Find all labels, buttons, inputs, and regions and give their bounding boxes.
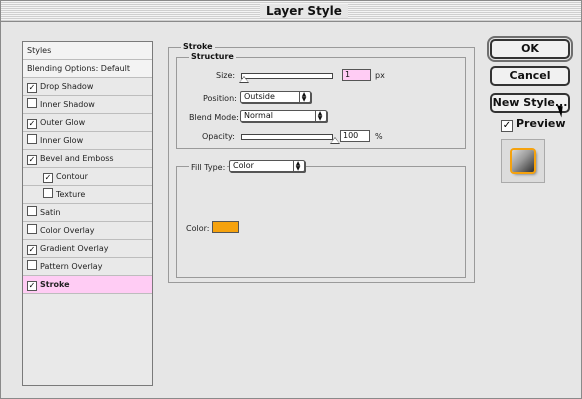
style-item-bevel-emboss[interactable]: ✓ Bevel and Emboss (23, 150, 152, 168)
checkbox-icon[interactable] (27, 224, 37, 234)
opacity-label: Opacity: (202, 132, 235, 141)
size-label: Size: (216, 71, 236, 80)
style-item-label: Satin (40, 208, 61, 217)
opacity-slider[interactable] (241, 134, 333, 140)
blending-options-item[interactable]: Blending Options: Default (23, 60, 152, 78)
preview-thumbnail (501, 139, 545, 183)
structure-group-title: Structure (189, 52, 236, 61)
checkbox-icon[interactable] (27, 206, 37, 216)
position-value: Outside (244, 92, 275, 101)
style-item-stroke[interactable]: ✓ Stroke (23, 276, 152, 294)
slider-thumb-icon[interactable] (330, 137, 340, 144)
position-popup[interactable]: Outside ▲ ▼ (240, 91, 311, 103)
styles-header[interactable]: Styles (23, 42, 152, 60)
style-item-color-overlay[interactable]: Color Overlay (23, 222, 152, 240)
title-bar[interactable]: Layer Style (1, 1, 581, 22)
fill-type-value: Color (233, 161, 254, 170)
checkbox-icon[interactable]: ✓ (27, 281, 37, 291)
style-item-label: Inner Shadow (40, 100, 95, 109)
layer-style-dialog: Layer Style Styles Blending Options: Def… (0, 0, 582, 399)
blend-mode-value: Normal (244, 111, 273, 120)
styles-list: Styles Blending Options: Default ✓ Drop S… (22, 41, 153, 386)
checkbox-icon[interactable]: ✓ (27, 119, 37, 129)
style-item-satin[interactable]: Satin (23, 204, 152, 222)
blend-mode-label: Blend Mode: (189, 113, 239, 122)
stroke-color-swatch[interactable] (212, 221, 239, 233)
color-label: Color: (186, 224, 210, 233)
style-item-contour[interactable]: ✓ Contour (23, 168, 152, 186)
slider-thumb-icon[interactable] (239, 76, 249, 83)
styles-list-empty-area (23, 304, 152, 385)
fill-type-label: Fill Type: (189, 163, 228, 172)
style-item-label: Stroke (40, 280, 70, 289)
checkbox-icon[interactable]: ✓ (501, 120, 513, 132)
preview-checkbox-row[interactable]: ✓ Preview (501, 117, 566, 132)
preview-swatch (512, 150, 534, 172)
checkbox-icon[interactable] (27, 260, 37, 270)
checkbox-icon[interactable] (27, 134, 37, 144)
position-label: Position: (203, 94, 237, 103)
checkbox-icon[interactable]: ✓ (27, 245, 37, 255)
popup-arrow-icon: ▲ ▼ (315, 111, 324, 122)
style-item-inner-glow[interactable]: Inner Glow (23, 132, 152, 150)
checkbox-icon[interactable]: ✓ (27, 83, 37, 93)
style-item-inner-shadow[interactable]: Inner Shadow (23, 96, 152, 114)
cancel-button[interactable]: Cancel (490, 66, 570, 86)
window-title: Layer Style (260, 4, 348, 18)
style-item-label: Drop Shadow (40, 82, 94, 91)
style-item-texture[interactable]: Texture (23, 186, 152, 204)
style-item-pattern-overlay[interactable]: Pattern Overlay (23, 258, 152, 276)
checkbox-icon[interactable]: ✓ (27, 155, 37, 165)
blend-mode-popup[interactable]: Normal ▲ ▼ (240, 110, 327, 122)
checkbox-icon[interactable] (43, 188, 53, 198)
style-item-label: Color Overlay (40, 226, 95, 235)
opacity-field[interactable]: 100 (340, 130, 370, 142)
ok-button[interactable]: OK (487, 36, 573, 62)
style-item-label: Gradient Overlay (40, 244, 109, 253)
stroke-group-title: Stroke (181, 42, 215, 51)
style-item-label: Pattern Overlay (40, 262, 103, 271)
size-field[interactable]: 1 (342, 69, 371, 81)
style-item-label: Contour (56, 172, 88, 181)
checkbox-icon[interactable] (27, 98, 37, 108)
style-item-drop-shadow[interactable]: ✓ Drop Shadow (23, 78, 152, 96)
popup-arrow-icon: ▲ ▼ (293, 161, 302, 172)
fill-type-popup[interactable]: Color ▲ ▼ (229, 160, 305, 172)
style-item-label: Outer Glow (40, 118, 86, 127)
preview-label: Preview (516, 117, 566, 130)
popup-arrow-icon: ▲ ▼ (299, 92, 308, 103)
style-item-outer-glow[interactable]: ✓ Outer Glow (23, 114, 152, 132)
style-item-label: Texture (56, 190, 86, 199)
size-slider[interactable] (241, 73, 333, 79)
style-item-gradient-overlay[interactable]: ✓ Gradient Overlay (23, 240, 152, 258)
checkbox-icon[interactable]: ✓ (43, 173, 53, 183)
style-item-label: Bevel and Emboss (40, 154, 114, 163)
style-item-label: Inner Glow (40, 136, 84, 145)
opacity-unit: % (375, 132, 383, 141)
size-unit: px (375, 71, 385, 80)
